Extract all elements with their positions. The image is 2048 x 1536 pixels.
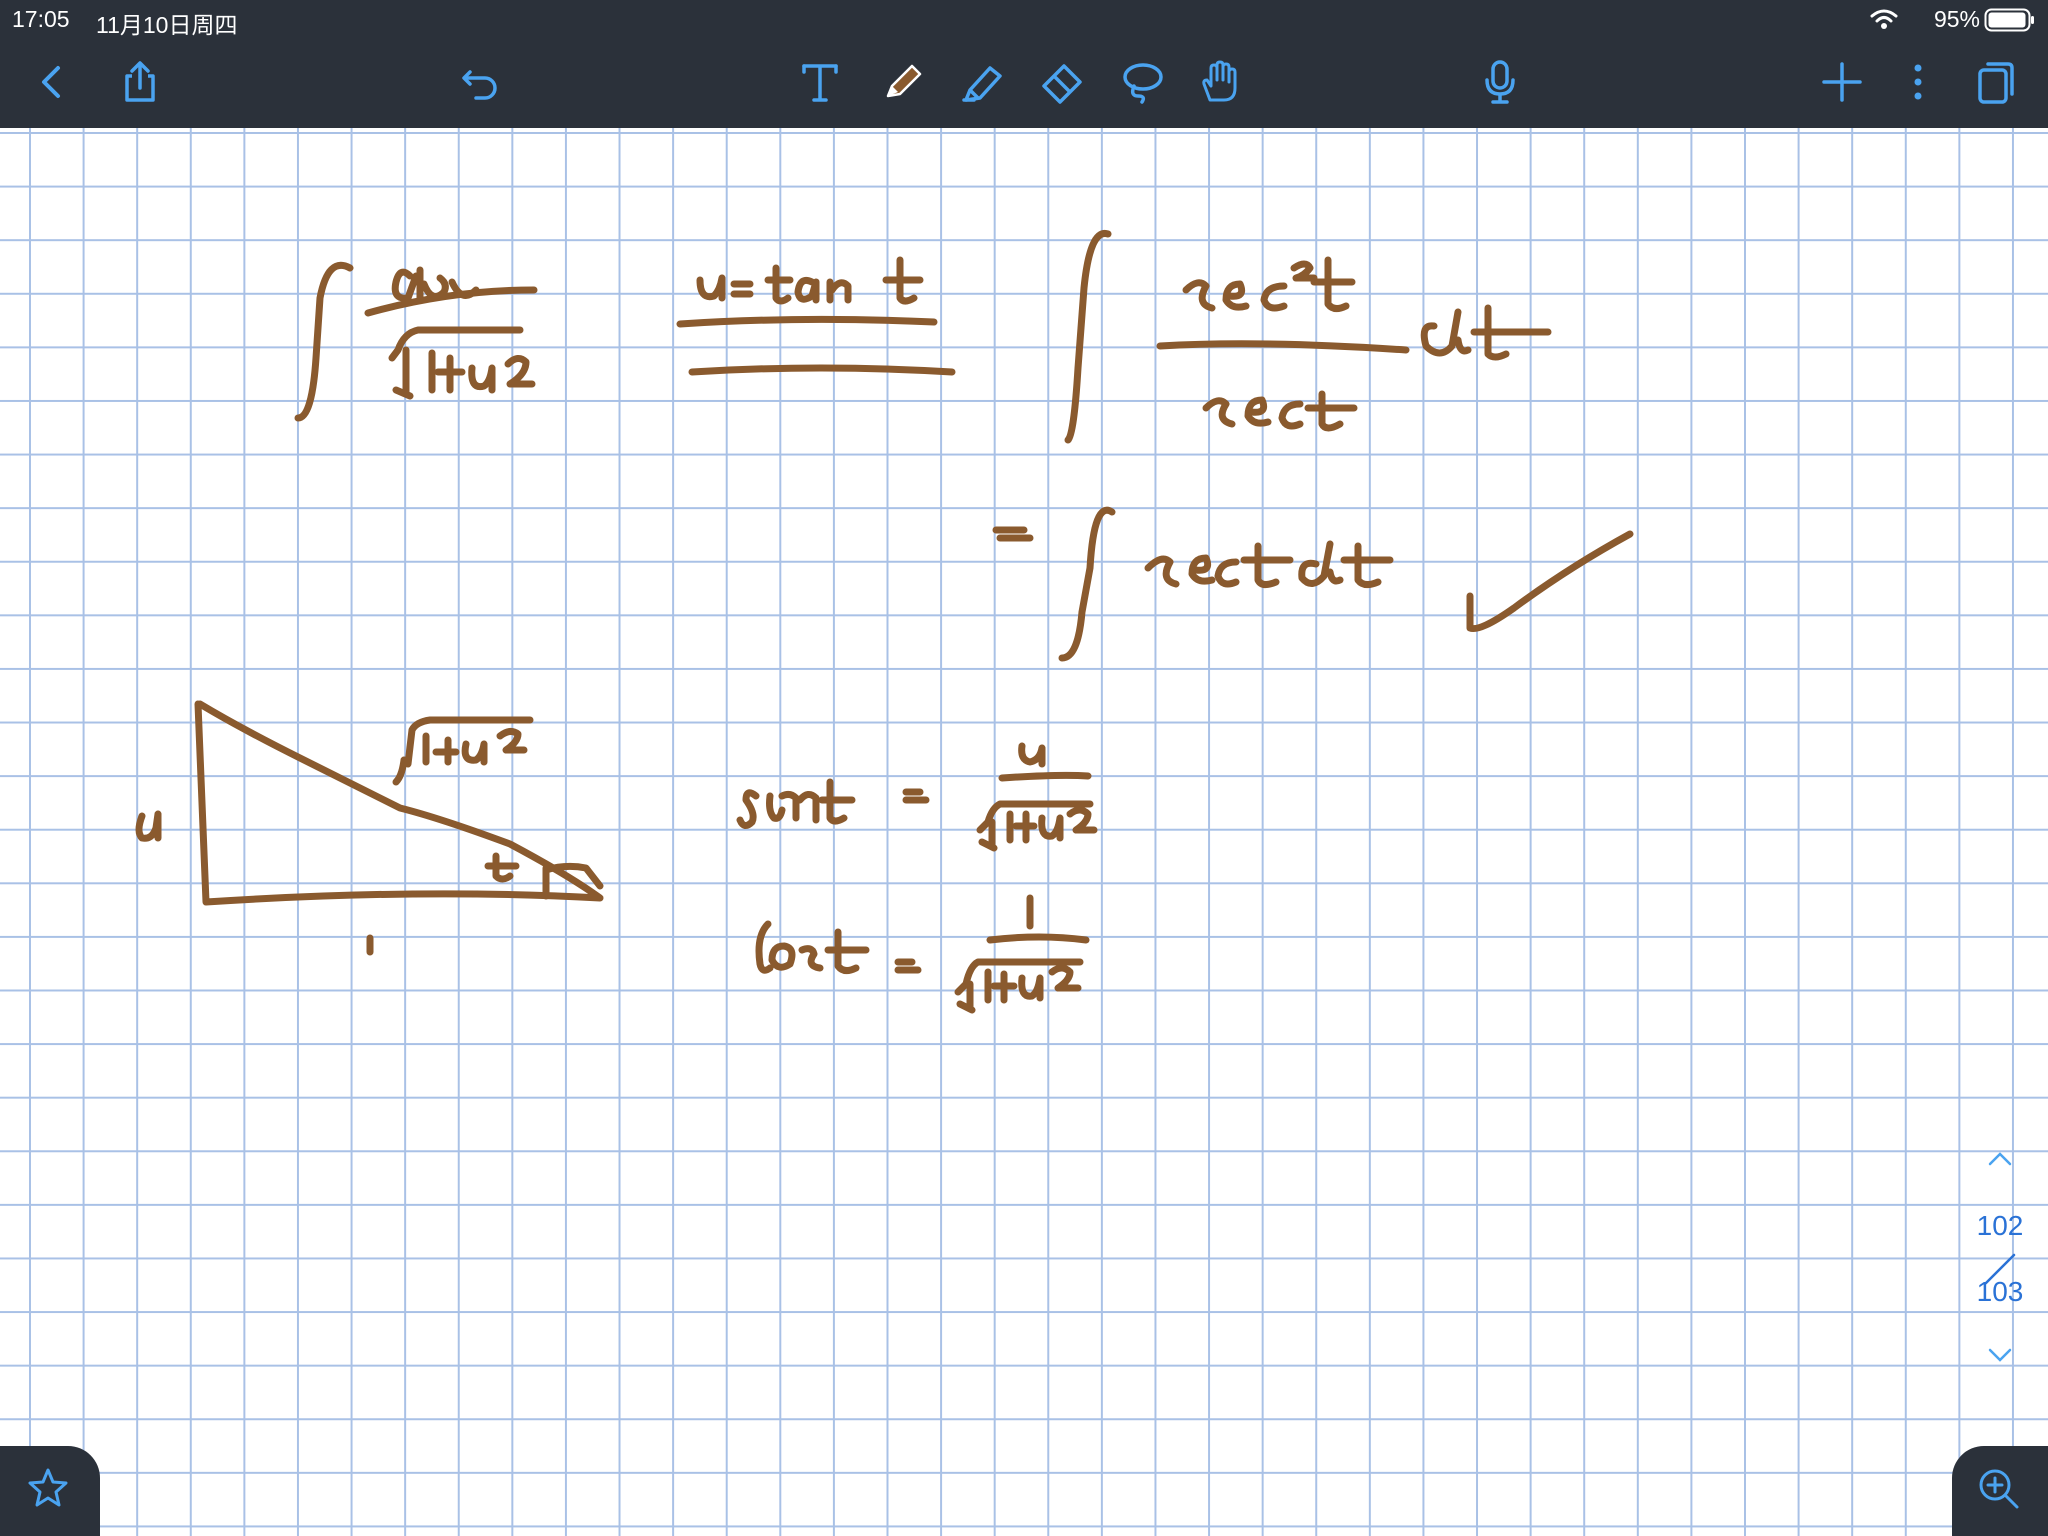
pen-tool-icon bbox=[886, 64, 922, 98]
lasso-tool-button[interactable] bbox=[1118, 58, 1166, 106]
status-bar: 17:05 11月10日周四 95% bbox=[0, 0, 2048, 40]
microphone-icon bbox=[1485, 60, 1515, 104]
pages-button[interactable] bbox=[1972, 58, 2020, 106]
right-triangle-sketch bbox=[135, 700, 604, 956]
chevron-up-icon[interactable] bbox=[1984, 1144, 2016, 1176]
eraser-tool-icon bbox=[1042, 64, 1082, 104]
note-page[interactable] bbox=[0, 128, 2048, 1536]
lasso-tool-icon bbox=[1123, 63, 1163, 104]
undo-icon bbox=[462, 70, 497, 100]
back-button[interactable] bbox=[28, 58, 76, 106]
eraser-tool-button[interactable] bbox=[1038, 58, 1086, 106]
wifi-icon bbox=[1870, 9, 1898, 29]
page-navigator: 102 103 bbox=[1974, 1134, 2026, 1374]
star-icon bbox=[28, 1468, 68, 1507]
share-icon bbox=[125, 61, 155, 102]
top-bar: 17:05 11月10日周四 95% bbox=[0, 0, 2048, 128]
add-button[interactable] bbox=[1818, 58, 1866, 106]
favorite-button[interactable] bbox=[0, 1446, 100, 1536]
add-icon bbox=[1822, 62, 1862, 102]
battery-icon bbox=[1984, 8, 2034, 32]
integral-sect-dt-line bbox=[992, 506, 1634, 662]
status-time: 17:05 bbox=[12, 6, 70, 32]
status-date: 11月10日周四 bbox=[96, 12, 238, 38]
current-page-number[interactable]: 102 bbox=[1974, 1210, 2026, 1242]
hand-tool-button[interactable] bbox=[1196, 58, 1244, 106]
cost-formula bbox=[755, 894, 1090, 1014]
chevron-down-icon[interactable] bbox=[1984, 1338, 2016, 1370]
text-tool-icon bbox=[802, 64, 838, 102]
zoom-button[interactable] bbox=[1952, 1446, 2048, 1536]
more-button[interactable] bbox=[1894, 58, 1942, 106]
highlighter-tool-button[interactable] bbox=[958, 58, 1006, 106]
sint-formula bbox=[736, 742, 1098, 852]
microphone-button[interactable] bbox=[1476, 58, 1524, 106]
hand-tool-icon bbox=[1202, 60, 1237, 102]
total-page-number: 103 bbox=[1976, 1276, 2024, 1307]
integral-du-expression bbox=[294, 261, 538, 422]
back-icon bbox=[42, 66, 60, 98]
undo-button[interactable] bbox=[456, 58, 504, 106]
battery-percent: 95% bbox=[1933, 6, 1980, 32]
pen-tool-button[interactable] bbox=[878, 58, 926, 106]
share-button[interactable] bbox=[116, 58, 164, 106]
checkmark-stroke bbox=[1466, 530, 1634, 633]
substitution-equals bbox=[676, 256, 956, 376]
zoom-in-icon bbox=[1979, 1469, 2019, 1509]
more-icon bbox=[1914, 64, 1922, 100]
handwriting-ink bbox=[135, 230, 1634, 1014]
pages-icon bbox=[1978, 62, 2014, 104]
integral-sec-fraction bbox=[1064, 230, 1552, 444]
highlighter-tool-icon bbox=[962, 66, 1002, 102]
text-tool-button[interactable] bbox=[796, 58, 844, 106]
